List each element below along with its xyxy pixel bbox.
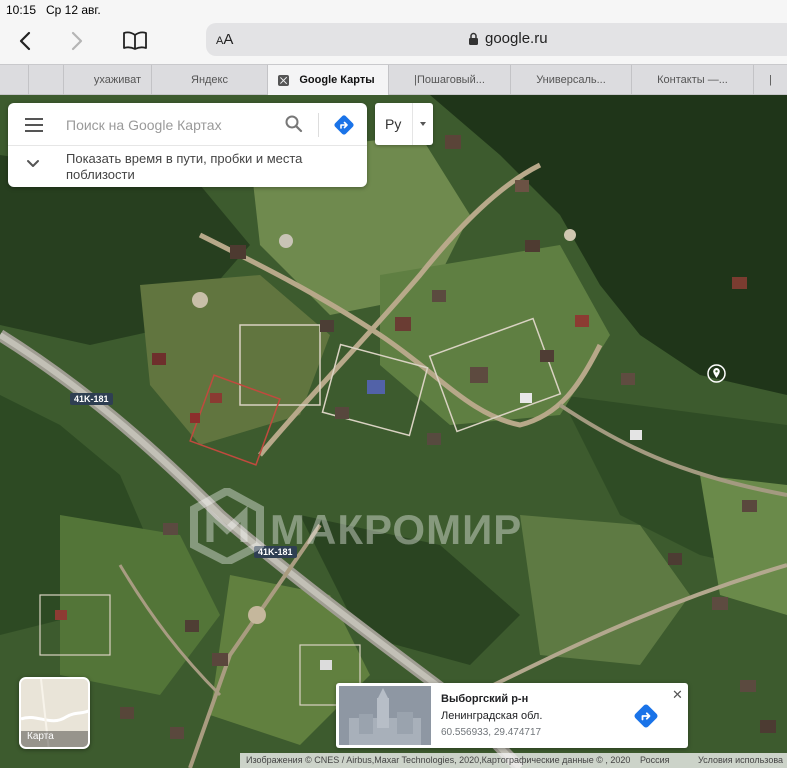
address-bar[interactable]: AA google.ru xyxy=(206,23,787,56)
tab-5[interactable]: |Пошаговый... xyxy=(388,65,510,95)
divider xyxy=(412,103,413,145)
tab-yandex[interactable]: Яндекс xyxy=(151,65,267,95)
imagery-attribution: Изображения © CNES / Airbus,Maxar Techno… xyxy=(246,755,631,765)
language-label: Ру xyxy=(385,116,402,132)
bookmarks-button[interactable] xyxy=(120,26,150,56)
road-label: 41K-181 xyxy=(70,393,113,405)
tab-7[interactable]: Контакты —... xyxy=(631,65,753,95)
layers-label: Карта xyxy=(27,731,54,742)
watermark: МАКРОМИР xyxy=(190,486,521,569)
chevron-right-icon xyxy=(71,31,83,51)
place-thumbnail xyxy=(339,686,431,745)
attribution-bar: Изображения © CNES / Airbus,Maxar Techno… xyxy=(240,753,787,768)
nearby-hint[interactable]: Показать время в пути, пробки и места по… xyxy=(66,151,356,183)
book-icon xyxy=(123,31,147,50)
place-title: Выборгский р-н xyxy=(441,693,529,705)
divider xyxy=(8,145,367,146)
satellite-imagery xyxy=(0,95,787,768)
place-card[interactable]: Выборгский р-н Ленинградская обл. 60.556… xyxy=(336,683,688,748)
status-date: Ср 12 авг. xyxy=(46,3,101,17)
url-host: google.ru xyxy=(485,30,548,47)
location-pin-icon[interactable] xyxy=(707,364,726,383)
watermark-text: МАКРОМИР xyxy=(270,506,523,553)
layers-toggle[interactable]: Карта xyxy=(19,677,90,749)
directions-icon[interactable] xyxy=(633,703,659,729)
close-tab-icon[interactable] xyxy=(278,75,289,86)
tab-2[interactable]: ухаживат xyxy=(63,65,151,95)
search-icon[interactable] xyxy=(284,114,304,134)
country-label[interactable]: Россия xyxy=(640,755,670,765)
dropdown-arrow-icon xyxy=(420,122,426,126)
tab-6[interactable]: Универсаль... xyxy=(510,65,631,95)
menu-icon[interactable] xyxy=(25,118,43,132)
chevron-down-icon[interactable] xyxy=(26,159,40,168)
place-region: Ленинградская обл. xyxy=(441,710,543,722)
search-input[interactable]: Поиск на Google Картах xyxy=(66,117,222,133)
directions-icon[interactable] xyxy=(333,114,355,136)
chevron-left-icon xyxy=(19,31,31,51)
watermark-logo-icon xyxy=(190,486,264,567)
status-bar: 10:15 Ср 12 авг. xyxy=(0,0,787,20)
lock-icon xyxy=(469,32,478,45)
tab-8[interactable]: | xyxy=(753,65,787,95)
place-coordinates: 60.556933, 29.474717 xyxy=(441,727,542,738)
church-illustration xyxy=(339,686,431,745)
text-size-button[interactable]: AA xyxy=(216,31,233,48)
browser-toolbar: AA google.ru xyxy=(0,20,787,64)
satellite-map[interactable]: 41K-181 41K-181 xyxy=(0,95,787,768)
status-time: 10:15 xyxy=(6,3,37,17)
terms-link[interactable]: Условия использова xyxy=(698,755,783,765)
language-select[interactable]: Ру xyxy=(375,103,433,145)
tab-bar: ухаживат Яндекс Google Карты |Пошаговый.… xyxy=(0,64,787,95)
tab-0[interactable] xyxy=(0,65,28,95)
search-panel: Поиск на Google Картах Показать время в … xyxy=(8,103,367,187)
divider xyxy=(318,113,319,137)
back-button[interactable] xyxy=(10,26,40,56)
tab-1[interactable] xyxy=(28,65,63,95)
tab-google-maps[interactable]: Google Карты xyxy=(267,65,388,95)
close-icon[interactable]: ✕ xyxy=(672,687,683,703)
forward-button[interactable] xyxy=(62,26,92,56)
